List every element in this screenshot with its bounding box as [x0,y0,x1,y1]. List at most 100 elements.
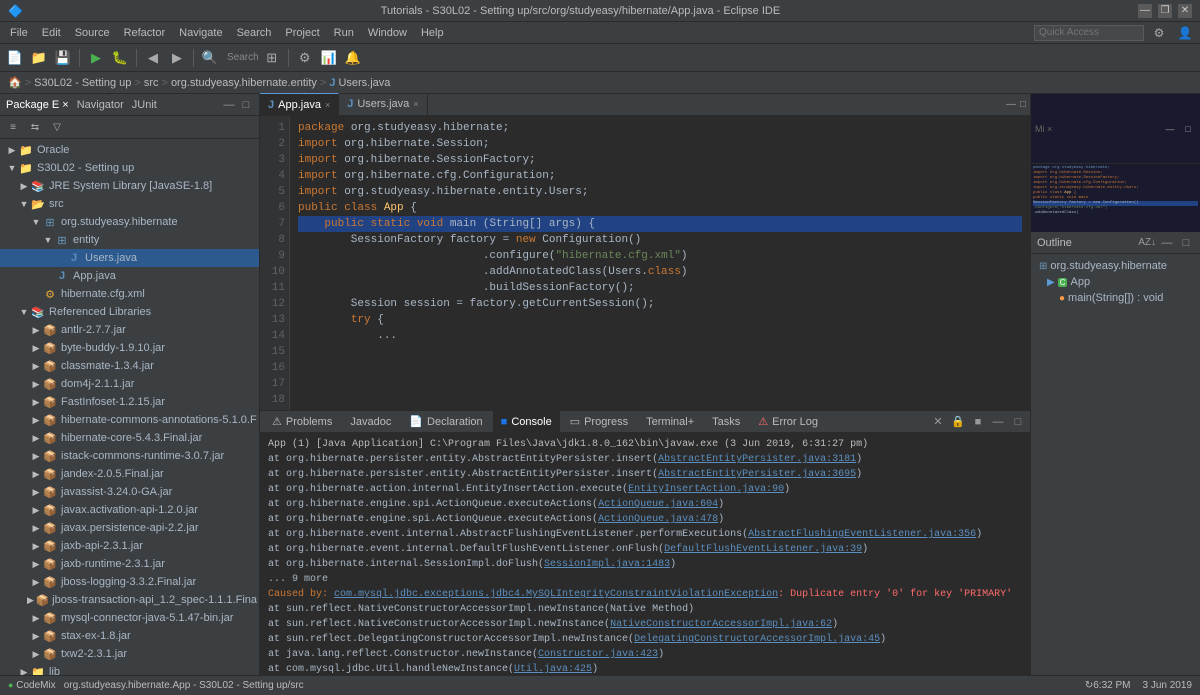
tree-view-menu[interactable]: ▽ [48,118,66,136]
menu-file[interactable]: File [4,25,34,41]
menu-refactor[interactable]: Refactor [118,25,172,41]
tree-item-fastinfoset[interactable]: ▶ 📦 FastInfoset-1.2.15.jar [0,393,259,411]
tree-item-jboss-tx[interactable]: ▶ 📦 jboss-transaction-api_1.2_spec-1.1.1… [0,591,259,609]
toolbar-extra3[interactable]: 🔔 [342,47,364,69]
left-panel-maximize[interactable]: □ [239,98,253,112]
left-panel-minimize[interactable]: — [222,98,236,112]
tab-navigator[interactable]: Navigator [77,99,124,111]
bottom-maximize[interactable]: □ [1010,414,1026,430]
tab-javadoc[interactable]: Javadoc [342,411,399,433]
tree-collapse-all[interactable]: ≡ [4,118,22,136]
tree-item-s30l02[interactable]: ▼ 📁 S30L02 - Setting up [0,159,259,177]
toolbar-search[interactable]: 🔍 [199,47,221,69]
toolbar-extra1[interactable]: ⚙ [294,47,316,69]
toolbar-debug[interactable]: 🐛 [109,47,131,69]
tab-terminal[interactable]: Terminal+ [638,411,702,433]
tree-item-bytebuddy[interactable]: ▶ 📦 byte-buddy-1.9.10.jar [0,339,259,357]
tab-console[interactable]: ■ Console [493,411,560,433]
tree-item-javax-pers[interactable]: ▶ 📦 javax.persistence-api-2.2.jar [0,519,259,537]
tab-users-close[interactable]: × [413,99,418,109]
tree-item-javax-act[interactable]: ▶ 📦 javax.activation-api-1.2.0.jar [0,501,259,519]
console-area[interactable]: App (1) [Java Application] C:\Program Fi… [260,433,1030,675]
tab-problems[interactable]: ⚠ Problems [264,411,340,433]
tree-item-antlr[interactable]: ▶ 📦 antlr-2.7.7.jar [0,321,259,339]
quick-access-input[interactable] [1034,25,1144,41]
tree-item-hib-commons[interactable]: ▶ 📦 hibernate-commons-annotations-5.1.0.… [0,411,259,429]
tab-error-log[interactable]: ⚠ Error Log [750,411,826,433]
outline-item-pkg[interactable]: ⊞ org.studyeasy.hibernate [1035,258,1196,274]
console-terminate[interactable]: ■ [970,414,986,430]
editor-minimize[interactable]: — [1006,99,1016,110]
tree-item-users-java[interactable]: J Users.java [0,249,259,267]
console-clear[interactable]: ✕ [930,414,946,430]
close-button[interactable]: ✕ [1178,4,1192,18]
tree-item-txw2[interactable]: ▶ 📦 txw2-2.3.1.jar [0,645,259,663]
toolbar-icon-2[interactable]: 👤 [1174,22,1196,44]
bottom-minimize[interactable]: — [990,414,1006,430]
breadcrumb-s30l02[interactable]: S30L02 - Setting up [34,77,131,89]
tab-tasks[interactable]: Tasks [704,411,748,433]
tree-item-hib-core[interactable]: ▶ 📦 hibernate-core-5.4.3.Final.jar [0,429,259,447]
toolbar-new[interactable]: 📄 [4,47,26,69]
outline-item-main[interactable]: ● main(String[]) : void [1035,290,1196,306]
menu-help[interactable]: Help [415,25,450,41]
toolbar-open[interactable]: 📁 [28,47,50,69]
toolbar-perspective[interactable]: ⊞ [261,47,283,69]
console-scroll-lock[interactable]: 🔒 [950,414,966,430]
toolbar-save[interactable]: 💾 [52,47,74,69]
toolbar-icon-1[interactable]: ⚙ [1148,22,1170,44]
tab-progress[interactable]: ▭ Progress [562,411,636,433]
tab-package-explorer[interactable]: Package E × [6,99,69,111]
tab-declaration[interactable]: 📄 Declaration [401,411,490,433]
menu-run[interactable]: Run [328,25,360,41]
toolbar-run[interactable]: ▶ [85,47,107,69]
tree-link-editor[interactable]: ⇆ [26,118,44,136]
breadcrumb-pkg[interactable]: org.studyeasy.hibernate.entity [171,77,317,89]
tree-item-entity[interactable]: ▼ ⊞ entity [0,231,259,249]
tree-item-oracle[interactable]: ▶ 📁 Oracle [0,141,259,159]
tree-item-jboss-log[interactable]: ▶ 📦 jboss-logging-3.3.2.Final.jar [0,573,259,591]
tree-item-jaxb-rt[interactable]: ▶ 📦 jaxb-runtime-2.3.1.jar [0,555,259,573]
mini-minimize[interactable]: — [1162,121,1178,137]
status-refresh-icon[interactable]: ↻ [1085,680,1093,691]
menu-project[interactable]: Project [279,25,325,41]
tree-item-jandex[interactable]: ▶ 📦 jandex-2.0.5.Final.jar [0,465,259,483]
tree-item-stax[interactable]: ▶ 📦 stax-ex-1.8.jar [0,627,259,645]
tree-item-istack[interactable]: ▶ 📦 istack-commons-runtime-3.0.7.jar [0,447,259,465]
outline-maximize[interactable]: □ [1178,235,1194,251]
tree-item-ref-libs[interactable]: ▼ 📚 Referenced Libraries [0,303,259,321]
mini-maximize[interactable]: □ [1180,121,1196,137]
breadcrumb-src[interactable]: src [144,77,159,89]
menu-search[interactable]: Search [231,25,278,41]
toolbar-back[interactable]: ◀ [142,47,164,69]
outline-minimize[interactable]: — [1159,235,1175,251]
tree-item-src[interactable]: ▼ 📂 src [0,195,259,213]
code-content[interactable]: package org.studyeasy.hibernate;import o… [290,116,1030,410]
minimize-button[interactable]: — [1138,4,1152,18]
maximize-button[interactable]: ❐ [1158,4,1172,18]
outline-tab-label[interactable]: Outline [1037,237,1072,249]
menu-edit[interactable]: Edit [36,25,67,41]
tab-app-close[interactable]: × [325,100,330,110]
menu-source[interactable]: Source [69,25,116,41]
tree-item-hibernate-cfg[interactable]: ⚙ hibernate.cfg.xml [0,285,259,303]
mini-panel-tab[interactable]: Mi × [1035,124,1052,134]
editor-tab-app[interactable]: J App.java × [260,93,339,115]
tree-item-dom4j[interactable]: ▶ 📦 dom4j-2.1.1.jar [0,375,259,393]
tree-item-mysql[interactable]: ▶ 📦 mysql-connector-java-5.1.47-bin.jar [0,609,259,627]
tree-item-classmate[interactable]: ▶ 📦 classmate-1.3.4.jar [0,357,259,375]
menu-navigate[interactable]: Navigate [173,25,228,41]
tree-item-jaxb-api[interactable]: ▶ 📦 jaxb-api-2.3.1.jar [0,537,259,555]
tree-item-javassist[interactable]: ▶ 📦 javassist-3.24.0-GA.jar [0,483,259,501]
tab-junit[interactable]: JUnit [132,99,157,111]
toolbar-forward[interactable]: ▶ [166,47,188,69]
tree-item-app-java[interactable]: J App.java [0,267,259,285]
outline-item-app-class[interactable]: ▶ C App [1035,274,1196,290]
menu-window[interactable]: Window [362,25,413,41]
tree-item-lib[interactable]: ▶ 📁 lib [0,663,259,675]
editor-tab-users[interactable]: J Users.java × [339,93,427,115]
tree-item-org-pkg[interactable]: ▼ ⊞ org.studyeasy.hibernate [0,213,259,231]
breadcrumb-file[interactable]: Users.java [338,77,390,89]
tree-item-jre[interactable]: ▶ 📚 JRE System Library [JavaSE-1.8] [0,177,259,195]
toolbar-extra2[interactable]: 📊 [318,47,340,69]
